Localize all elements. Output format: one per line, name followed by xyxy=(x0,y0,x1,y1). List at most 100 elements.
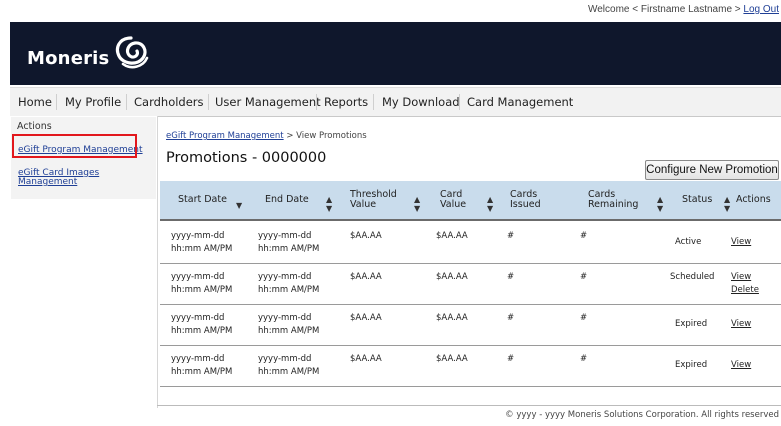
sidebar-actions-panel: Actions eGift Program Management eGift C… xyxy=(11,117,156,199)
end-time: hh:mm AM/PM xyxy=(258,244,320,254)
start-time: hh:mm AM/PM xyxy=(171,326,233,336)
view-link[interactable]: View xyxy=(731,359,751,372)
view-link[interactable]: View xyxy=(731,236,751,249)
cards-issued: # xyxy=(507,272,515,282)
highlight-box xyxy=(12,134,137,158)
sidebar: Actions eGift Program Management eGift C… xyxy=(10,116,158,408)
breadcrumb: eGift Program Management > View Promotio… xyxy=(166,131,367,141)
sort-icon[interactable]: ▲ ▼ xyxy=(657,195,663,213)
col-start-date[interactable]: Start Date xyxy=(178,181,238,219)
sort-icon[interactable]: ▲ ▼ xyxy=(724,195,730,213)
card-value: $AA.AA xyxy=(436,354,468,364)
col-actions-label: Actions xyxy=(736,194,771,205)
footer-copyright: © yyyy - yyyy Moneris Solutions Corporat… xyxy=(505,410,779,420)
sidebar-item-egift-card-images-2[interactable]: Management xyxy=(18,177,77,187)
cards-remaining: # xyxy=(580,272,588,282)
app-header: Moneris xyxy=(10,22,781,85)
end-date: yyyy-mm-dd xyxy=(258,272,312,282)
col-card-value[interactable]: Card Value xyxy=(440,181,480,219)
status: Expired xyxy=(675,360,708,370)
table-row: yyyy-mm-dd hh:mm AM/PM yyyy-mm-dd hh:mm … xyxy=(160,346,781,387)
col-threshold-value[interactable]: Threshold Value xyxy=(350,181,410,219)
logout-link[interactable]: Log Out xyxy=(743,4,779,15)
view-link[interactable]: View xyxy=(731,271,751,284)
col-end-date[interactable]: End Date xyxy=(265,181,325,219)
nav-home[interactable]: Home xyxy=(18,88,52,116)
table-row: yyyy-mm-dd hh:mm AM/PM yyyy-mm-dd hh:mm … xyxy=(160,223,781,264)
col-card-label-2: Value xyxy=(440,199,467,210)
breadcrumb-current: > View Promotions xyxy=(283,131,367,141)
col-status-label: Status xyxy=(682,194,713,205)
start-date: yyyy-mm-dd xyxy=(171,272,225,282)
col-start-date-label: Start Date xyxy=(178,194,227,205)
nav-my-download[interactable]: My Download xyxy=(382,88,460,116)
table-row: yyyy-mm-dd hh:mm AM/PM yyyy-mm-dd hh:mm … xyxy=(160,305,781,346)
col-issued-label-2: Issued xyxy=(510,199,541,210)
end-time: hh:mm AM/PM xyxy=(258,285,320,295)
cards-remaining: # xyxy=(580,313,588,323)
sort-icon[interactable]: ▲ ▼ xyxy=(414,195,420,213)
threshold-value: $AA.AA xyxy=(350,231,382,241)
col-threshold-label-2: Value xyxy=(350,199,377,210)
nav-divider xyxy=(56,94,57,110)
table-header: Start Date ▼ End Date ▲ ▼ Threshold Value… xyxy=(160,181,781,221)
nav-divider xyxy=(208,94,209,110)
nav-card-management[interactable]: Card Management xyxy=(467,88,573,116)
cards-issued: # xyxy=(507,231,515,241)
delete-link[interactable]: Delete xyxy=(731,284,759,297)
end-time: hh:mm AM/PM xyxy=(258,367,320,377)
col-cards-issued[interactable]: Cards Issued xyxy=(510,181,560,219)
status: Active xyxy=(675,237,702,247)
end-date: yyyy-mm-dd xyxy=(258,354,312,364)
end-date: yyyy-mm-dd xyxy=(258,231,312,241)
content-divider xyxy=(157,405,781,406)
logo-text: Moneris xyxy=(27,48,110,69)
status: Scheduled xyxy=(670,272,715,282)
cards-issued: # xyxy=(507,313,515,323)
configure-new-promotion-button[interactable]: Configure New Promotion xyxy=(645,160,779,180)
nav-my-profile[interactable]: My Profile xyxy=(65,88,121,116)
end-date: yyyy-mm-dd xyxy=(258,313,312,323)
nav-cardholders[interactable]: Cardholders xyxy=(134,88,204,116)
start-time: hh:mm AM/PM xyxy=(171,367,233,377)
col-actions: Actions xyxy=(736,181,781,219)
card-value: $AA.AA xyxy=(436,231,468,241)
col-remaining-label-2: Remaining xyxy=(588,199,639,210)
nav-reports[interactable]: Reports xyxy=(324,88,368,116)
status: Expired xyxy=(675,319,708,329)
nav-divider xyxy=(373,94,374,110)
nav-divider xyxy=(126,94,127,110)
start-date: yyyy-mm-dd xyxy=(171,354,225,364)
end-time: hh:mm AM/PM xyxy=(258,326,320,336)
breadcrumb-link[interactable]: eGift Program Management xyxy=(166,131,284,141)
threshold-value: $AA.AA xyxy=(350,354,382,364)
welcome-text: Welcome < Firstname Lastname > xyxy=(587,4,741,15)
start-date: yyyy-mm-dd xyxy=(171,231,225,241)
nav-divider xyxy=(459,94,460,110)
table-row: yyyy-mm-dd hh:mm AM/PM yyyy-mm-dd hh:mm … xyxy=(160,264,781,305)
view-link[interactable]: View xyxy=(731,318,751,331)
col-end-date-label: End Date xyxy=(265,194,309,205)
sort-desc-icon[interactable]: ▼ xyxy=(236,201,242,210)
sort-icon[interactable]: ▲ ▼ xyxy=(326,195,332,213)
col-status[interactable]: Status xyxy=(682,181,722,219)
threshold-value: $AA.AA xyxy=(350,272,382,282)
welcome-bar: Welcome < Firstname Lastname > Log Out xyxy=(588,0,779,20)
nav-divider xyxy=(316,94,317,110)
cards-remaining: # xyxy=(580,231,588,241)
main-nav: Home My Profile Cardholders User Managem… xyxy=(10,87,781,117)
threshold-value: $AA.AA xyxy=(350,313,382,323)
start-time: hh:mm AM/PM xyxy=(171,285,233,295)
start-time: hh:mm AM/PM xyxy=(171,244,233,254)
sidebar-heading: Actions xyxy=(17,121,52,132)
col-cards-remaining[interactable]: Cards Remaining xyxy=(588,181,648,219)
start-date: yyyy-mm-dd xyxy=(171,313,225,323)
card-value: $AA.AA xyxy=(436,313,468,323)
moneris-swirl-icon xyxy=(115,36,149,69)
cards-remaining: # xyxy=(580,354,588,364)
page-title: Promotions - 0000000 xyxy=(166,150,327,166)
cards-issued: # xyxy=(507,354,515,364)
card-value: $AA.AA xyxy=(436,272,468,282)
sort-icon[interactable]: ▲ ▼ xyxy=(487,195,493,213)
nav-user-management[interactable]: User Management xyxy=(215,88,321,116)
